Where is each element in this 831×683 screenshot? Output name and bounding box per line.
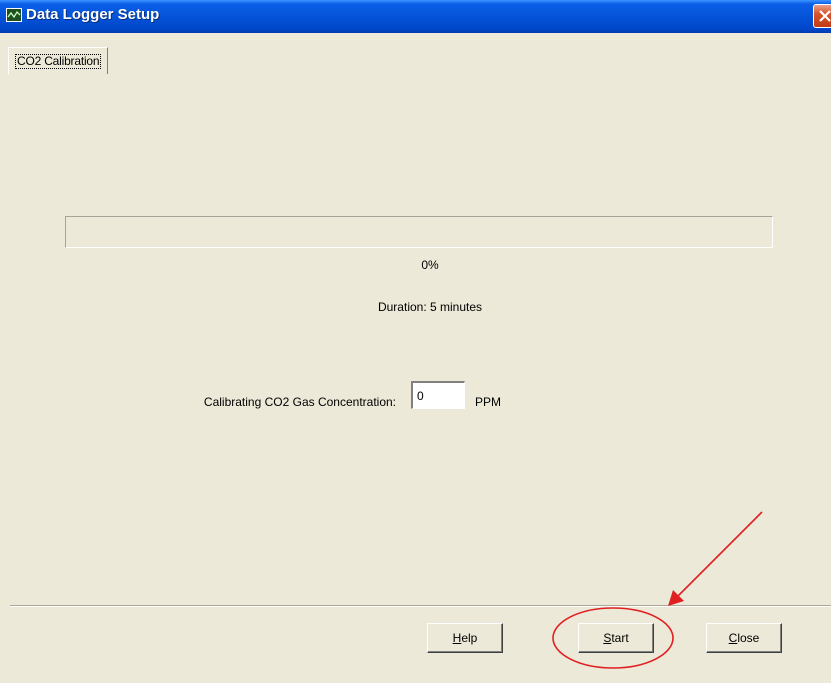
tab-label: CO2 Calibration [15,54,102,69]
red-annotation-overlay [552,511,763,669]
data-logger-setup-window: Data Logger Setup CO2 Calibration 0% Dur… [0,0,831,683]
concentration-label: Calibrating CO2 Gas Concentration: [203,395,396,409]
close-icon [819,10,831,22]
close-button-label: lose [737,631,760,645]
help-button-label: elp [461,631,478,645]
start-button[interactable]: Start [578,623,654,653]
window-title: Data Logger Setup [26,6,160,23]
concentration-input[interactable] [411,381,465,409]
close-button[interactable]: Close [706,623,782,653]
tab-co2-calibration[interactable]: CO2 Calibration [8,47,109,74]
separator-line [10,605,831,607]
annotation-arrow-line [675,511,763,599]
duration-label: Duration: 5 minutes [377,300,483,314]
help-button[interactable]: Help [427,623,503,653]
chart-line-icon [6,8,22,22]
progress-percent-label: 0% [421,258,439,272]
close-window-button[interactable] [813,4,831,28]
start-button-label: tart [611,631,629,645]
concentration-unit-label: PPM [475,395,502,409]
annotation-arrow-head [668,590,684,606]
calibration-progress-bar [65,216,773,248]
title-bar[interactable]: Data Logger Setup [0,0,831,33]
